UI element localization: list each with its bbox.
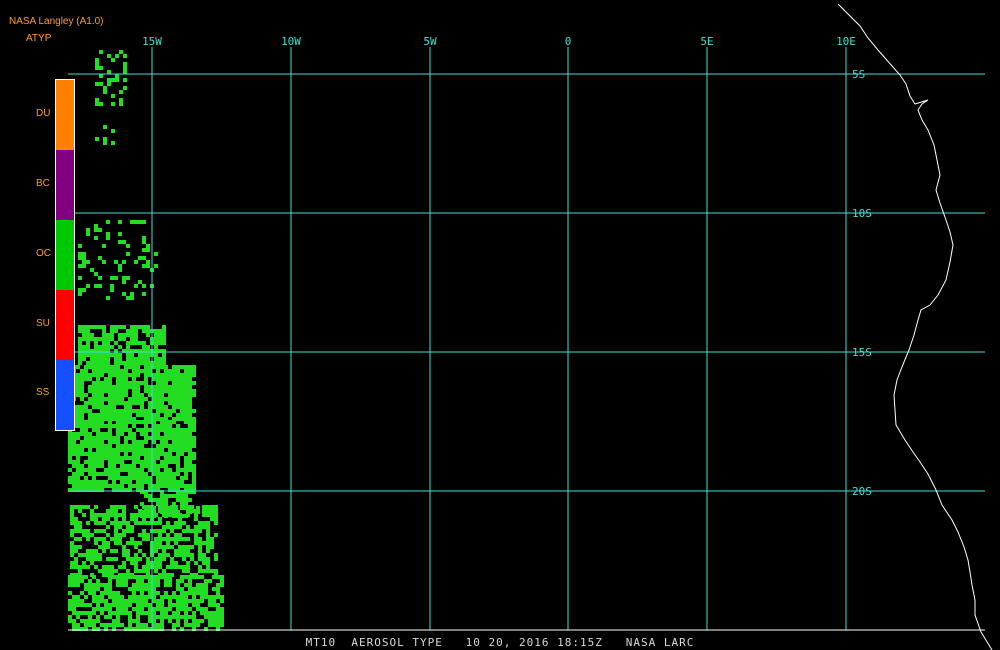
footer-caption: MT10 AEROSOL TYPE 10 20, 2016 18:15Z NAS… <box>305 636 695 649</box>
longitude-label: 15W <box>142 35 162 48</box>
latitude-label: 5S <box>852 68 865 81</box>
map-canvas: 15W 10W 5W 0 5E 10E 5S 10S 15S 20S <box>68 3 993 650</box>
legend-swatch-su <box>56 290 74 360</box>
latitude-label: 15S <box>852 346 872 359</box>
legend-label-su: SU <box>36 318 50 329</box>
legend-swatch-ss <box>56 360 74 430</box>
aerosol-type-legend <box>55 79 75 431</box>
legend-swatch-oc <box>56 220 74 290</box>
legend-label-oc: OC <box>36 248 51 259</box>
legend-label-du: DU <box>36 108 51 119</box>
longitude-label: 5W <box>423 35 437 48</box>
legend-swatch-bc <box>56 150 74 220</box>
legend-label-ss: SS <box>36 387 50 398</box>
legend-label-bc: BC <box>36 178 50 189</box>
legend-swatch-du <box>56 80 74 150</box>
africa-coastline <box>837 3 993 650</box>
longitude-label: 10W <box>281 35 301 48</box>
aerosol-oc-region <box>68 50 224 631</box>
lat-lon-grid: 15W 10W 5W 0 5E 10E 5S 10S 15S 20S <box>68 35 985 630</box>
source-title: NASA Langley (A1.0) <box>9 16 104 27</box>
latitude-label: 20S <box>852 485 872 498</box>
longitude-label: 10E <box>836 35 856 48</box>
longitude-label: 0 <box>565 35 572 48</box>
latitude-label: 10S <box>852 207 872 220</box>
product-code: ATYP <box>26 33 52 44</box>
longitude-label: 5E <box>700 35 713 48</box>
